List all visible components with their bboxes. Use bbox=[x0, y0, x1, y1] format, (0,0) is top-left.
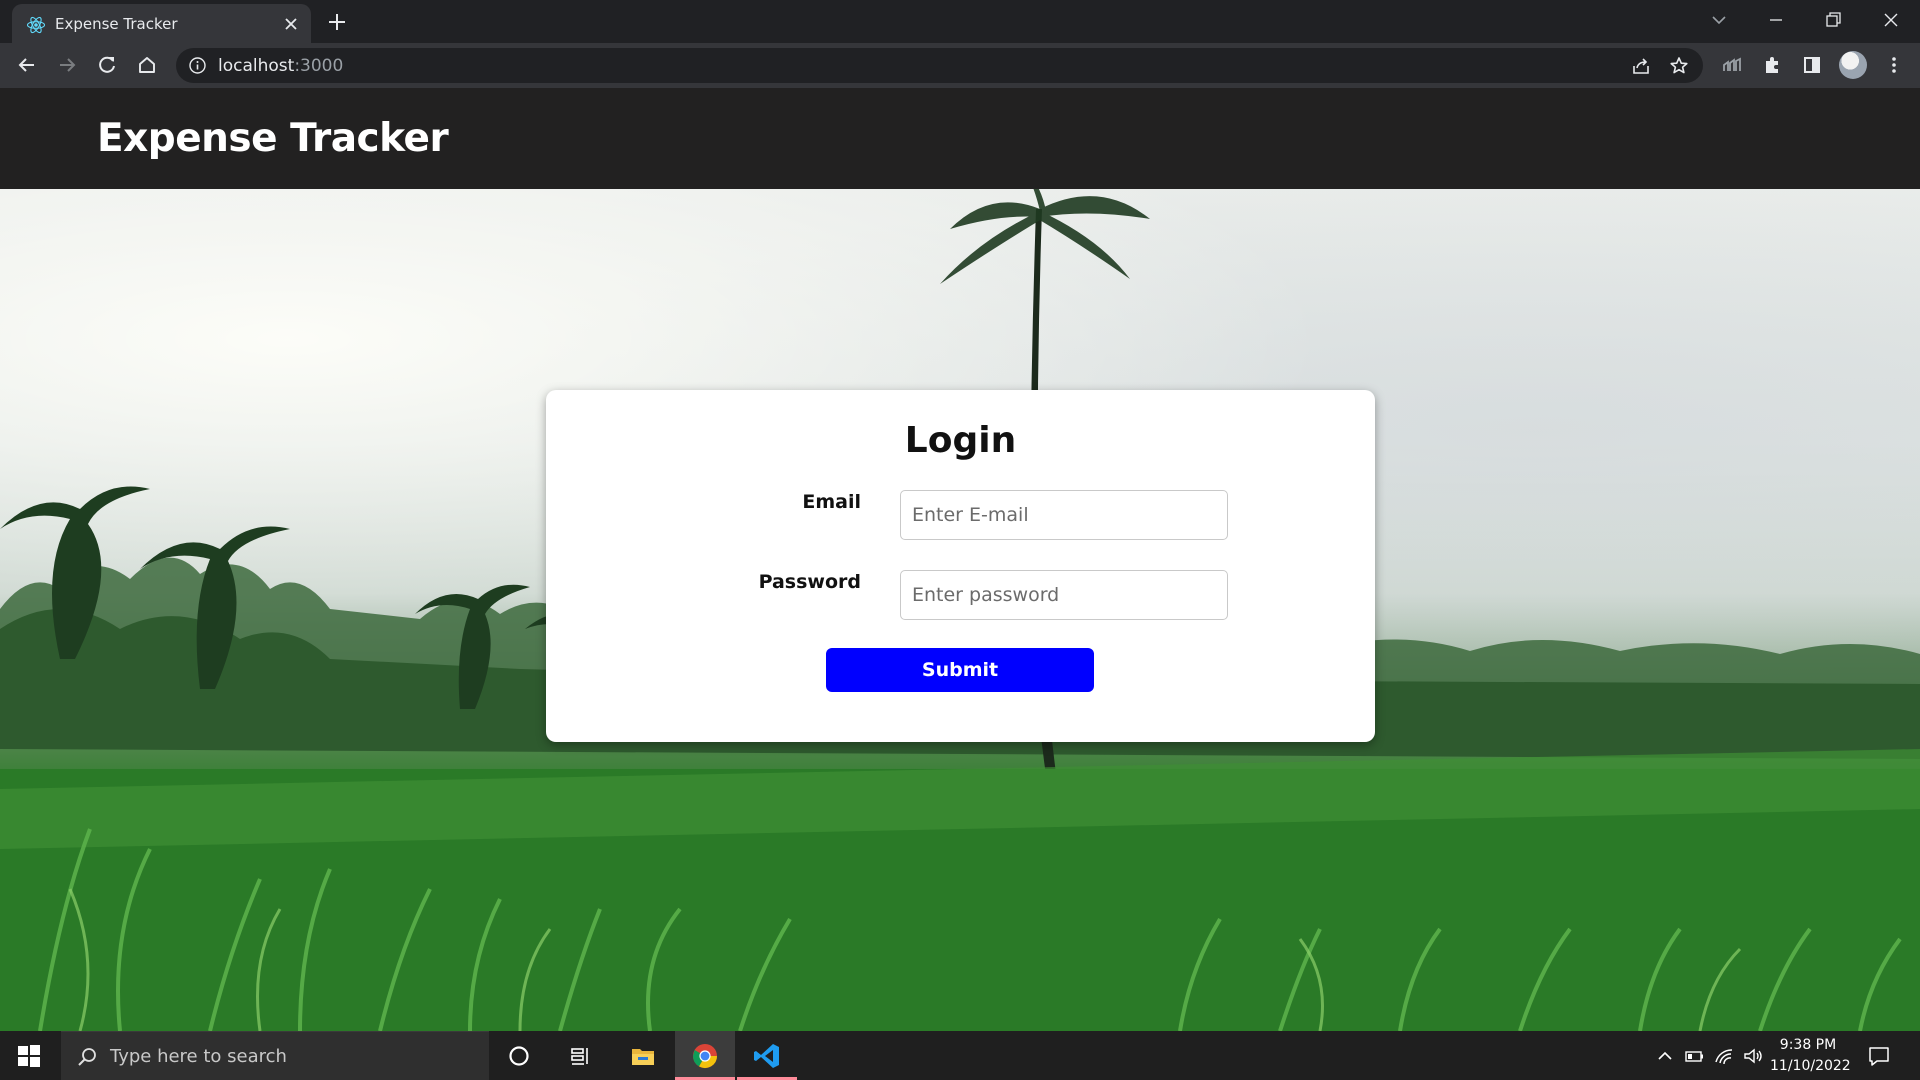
browser-toolbar: localhost:3000 bbox=[0, 43, 1920, 88]
bookmark-star-icon[interactable] bbox=[1667, 54, 1691, 78]
vscode-icon bbox=[754, 1044, 779, 1068]
background-landscape-image: Login Email Password Submit bbox=[0, 189, 1920, 1031]
app-brand[interactable]: Expense Tracker bbox=[97, 116, 449, 161]
url-host: localhost bbox=[218, 56, 295, 76]
restore-icon[interactable] bbox=[1819, 6, 1847, 34]
vscode-button[interactable] bbox=[737, 1031, 797, 1080]
close-tab-icon[interactable] bbox=[280, 13, 302, 35]
show-hidden-icons-chevron-icon[interactable] bbox=[1654, 1045, 1676, 1067]
chrome-button[interactable] bbox=[675, 1031, 735, 1080]
extension-analytics-icon[interactable] bbox=[1718, 51, 1746, 79]
battery-icon[interactable] bbox=[1683, 1045, 1705, 1067]
new-tab-icon[interactable] bbox=[325, 10, 349, 34]
clock-time: 9:38 PM bbox=[1779, 1037, 1837, 1053]
taskbar-clock[interactable]: 9:38 PM 11/10/2022 bbox=[1770, 1035, 1851, 1077]
browser-tab-strip: Expense Tracker bbox=[0, 0, 1920, 43]
email-label: Email bbox=[802, 491, 861, 513]
cortana-button[interactable] bbox=[489, 1031, 549, 1080]
side-panel-icon[interactable] bbox=[1798, 51, 1826, 79]
windows-start-icon[interactable] bbox=[17, 1044, 41, 1068]
url-port: :3000 bbox=[294, 56, 344, 76]
task-view-icon bbox=[571, 1048, 588, 1065]
password-field[interactable] bbox=[900, 570, 1228, 620]
file-explorer-icon bbox=[632, 1049, 654, 1065]
notification-center-icon[interactable] bbox=[1867, 1044, 1891, 1068]
share-icon[interactable] bbox=[1629, 54, 1653, 78]
clock-date: 11/10/2022 bbox=[1770, 1058, 1851, 1074]
submit-button[interactable]: Submit bbox=[826, 648, 1094, 692]
browser-tab[interactable]: Expense Tracker bbox=[12, 4, 311, 43]
back-icon[interactable] bbox=[13, 51, 41, 79]
taskbar-search-box[interactable]: Type here to search bbox=[61, 1031, 489, 1080]
search-icon bbox=[78, 1048, 96, 1066]
url-text: localhost:3000 bbox=[218, 56, 343, 76]
windows-taskbar: Type here to search 9:38 PM 11/10/2022 bbox=[0, 1031, 1920, 1080]
chrome-icon bbox=[693, 1044, 717, 1069]
volume-icon[interactable] bbox=[1742, 1045, 1764, 1067]
profile-avatar[interactable] bbox=[1839, 51, 1867, 79]
site-info-icon[interactable] bbox=[188, 56, 207, 75]
minimize-icon[interactable] bbox=[1762, 6, 1790, 34]
reload-icon[interactable] bbox=[93, 51, 121, 79]
web-page: Expense Tracker Login Email Enter E-mail… bbox=[0, 88, 1920, 1031]
tab-search-chevron-icon[interactable] bbox=[1705, 6, 1733, 34]
wifi-icon[interactable] bbox=[1713, 1045, 1735, 1067]
password-label: Password bbox=[758, 571, 861, 593]
email-field[interactable] bbox=[900, 490, 1228, 540]
tab-title: Expense Tracker bbox=[55, 15, 178, 33]
react-logo-icon bbox=[26, 16, 46, 34]
search-placeholder: Type here to search bbox=[110, 1046, 287, 1067]
task-view-button[interactable] bbox=[551, 1031, 611, 1080]
cortana-circle-icon bbox=[509, 1046, 529, 1066]
extensions-puzzle-icon[interactable] bbox=[1758, 51, 1786, 79]
close-window-icon[interactable] bbox=[1877, 6, 1905, 34]
home-icon[interactable] bbox=[133, 51, 161, 79]
file-explorer-button[interactable] bbox=[613, 1031, 673, 1080]
login-card: Login Email Password Submit bbox=[546, 390, 1375, 742]
login-title: Login bbox=[904, 420, 1017, 461]
forward-icon[interactable] bbox=[53, 51, 81, 79]
more-menu-icon[interactable] bbox=[1880, 51, 1908, 79]
address-bar[interactable]: localhost:3000 bbox=[176, 48, 1703, 83]
app-navbar: Expense Tracker bbox=[0, 88, 1920, 189]
